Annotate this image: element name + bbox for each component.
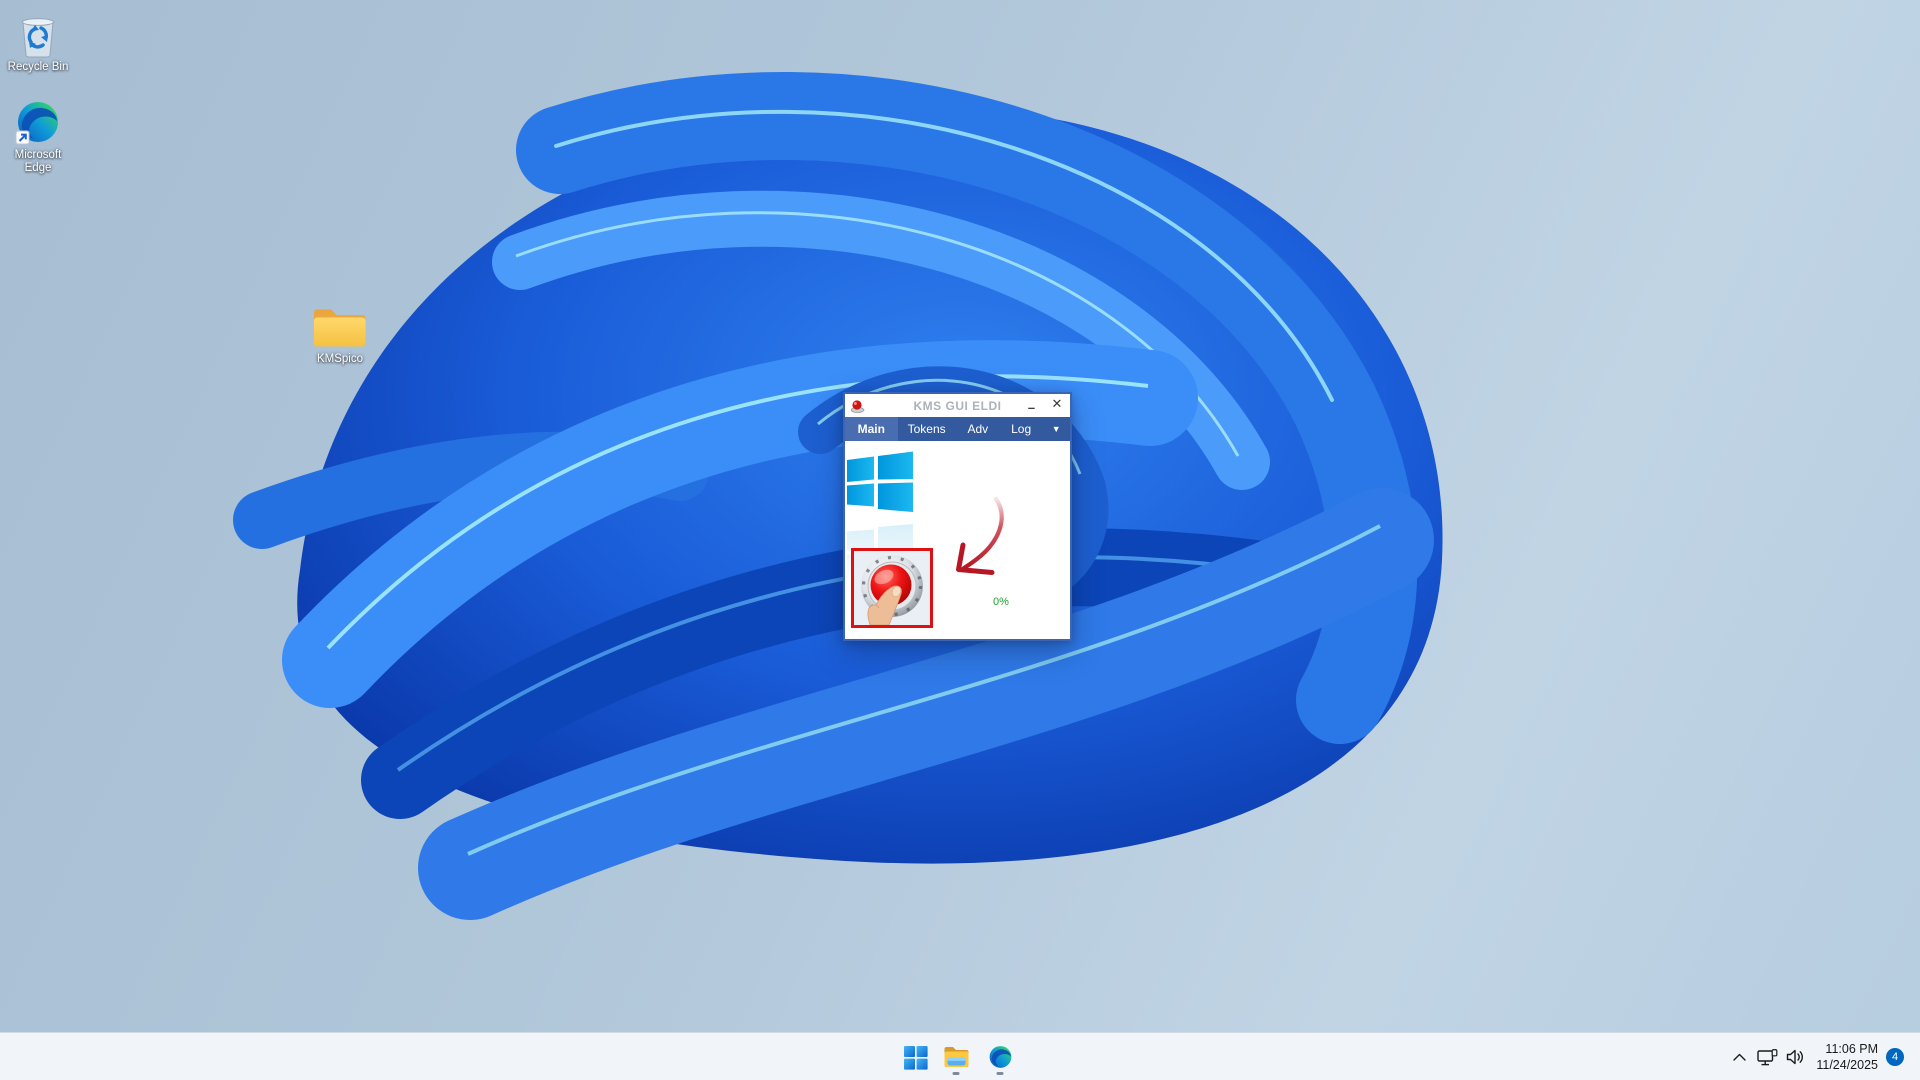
desktop-icon-label: KMSpico	[316, 353, 364, 365]
desktop-icon-label: Microsoft Edge	[14, 149, 62, 174]
tab-main[interactable]: Main	[845, 417, 898, 441]
folder-icon	[311, 304, 369, 350]
volume-tray-button[interactable]	[1782, 1042, 1809, 1072]
minimize-button[interactable]: –	[1018, 392, 1044, 419]
file-explorer-icon	[944, 1047, 968, 1067]
desktop-icon-microsoft-edge[interactable]: Microsoft Edge	[0, 100, 76, 175]
desktop-icon-recycle-bin[interactable]: Recycle Bin	[0, 12, 76, 74]
file-explorer-button[interactable]	[936, 1037, 976, 1077]
kms-gui-eldi-window: KMS GUI ELDI – ✕ Main Tokens Adv Log ▼ 0…	[843, 392, 1072, 641]
progress-percentage: 0%	[993, 596, 1009, 608]
red-push-button-icon	[854, 551, 930, 626]
window-body: 0%	[845, 441, 1070, 639]
tray-time: 11:06 PM	[1825, 1042, 1878, 1056]
edge-icon	[989, 1045, 1011, 1068]
speaker-icon	[1786, 1049, 1803, 1065]
desktop-icon-kmspico[interactable]: KMSpico	[302, 304, 378, 366]
running-indicator	[996, 1072, 1004, 1075]
tab-tokens[interactable]: Tokens	[898, 417, 956, 441]
tray-date: 11/24/2025	[1816, 1058, 1878, 1072]
activate-button[interactable]	[851, 548, 933, 628]
network-icon	[1756, 1048, 1777, 1065]
chevron-up-icon	[1732, 1053, 1746, 1061]
window-tabbar: Main Tokens Adv Log ▼	[845, 417, 1070, 441]
tab-log[interactable]: Log	[1000, 417, 1042, 441]
close-button[interactable]: ✕	[1044, 392, 1070, 415]
edge-icon	[15, 100, 61, 146]
clock[interactable]: 11:06 PM 11/24/2025	[1806, 1041, 1878, 1073]
running-indicator	[952, 1072, 960, 1075]
edge-taskbar-button[interactable]	[980, 1037, 1020, 1077]
start-button[interactable]	[895, 1037, 935, 1077]
taskbar: 11:06 PM 11/24/2025 4	[0, 1032, 1920, 1080]
tab-adv[interactable]: Adv	[956, 417, 1000, 441]
window-titlebar[interactable]: KMS GUI ELDI – ✕	[845, 394, 1070, 417]
chevron-down-icon[interactable]: ▼	[1042, 417, 1070, 441]
recycle-bin-icon	[17, 12, 59, 58]
notification-count-badge[interactable]: 4	[1886, 1048, 1904, 1066]
windows-start-icon	[903, 1045, 928, 1070]
show-hidden-icons-button[interactable]	[1726, 1042, 1752, 1072]
network-tray-button[interactable]	[1753, 1042, 1782, 1072]
desktop-icon-label: Recycle Bin	[7, 61, 69, 73]
red-button-icon	[850, 399, 865, 413]
